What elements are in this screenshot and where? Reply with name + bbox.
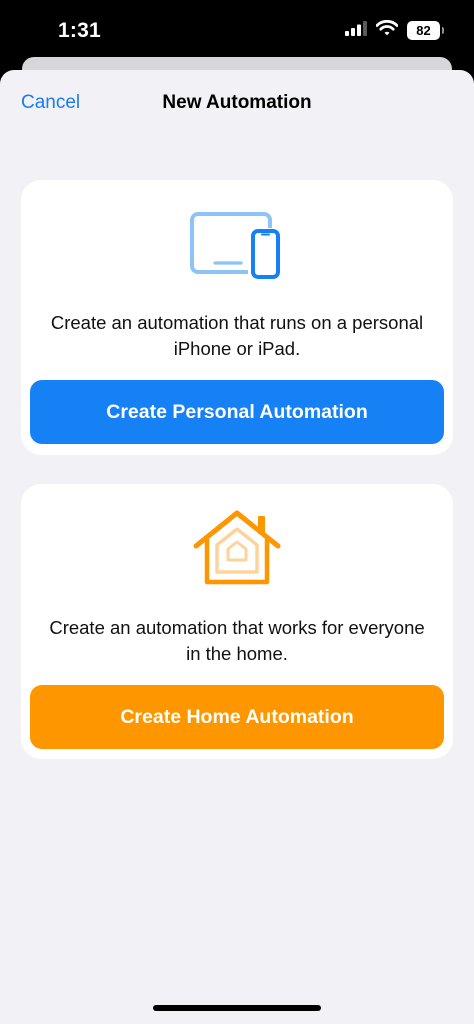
home-description: Create an automation that works for ever… [49, 617, 425, 664]
home-indicator [153, 1005, 321, 1011]
page-title: New Automation [162, 92, 312, 113]
status-bar: 1:31 82 [0, 0, 474, 62]
status-time: 1:31 [58, 19, 101, 42]
devices-icon [21, 210, 453, 282]
home-icon [21, 508, 453, 588]
personal-automation-card: Create an automation that runs on a pers… [21, 180, 453, 455]
personal-description: Create an automation that runs on a pers… [50, 312, 424, 359]
wifi-icon [375, 19, 399, 41]
create-home-automation-button[interactable]: Create Home Automation [30, 685, 444, 749]
home-automation-card: Create an automation that works for ever… [21, 484, 453, 759]
new-automation-sheet: Cancel New Automation Create an automati… [0, 70, 474, 1024]
status-icons: 82 [345, 19, 444, 41]
nav-bar: Cancel New Automation [0, 70, 474, 138]
battery-icon: 82 [407, 21, 444, 40]
cellular-signal-icon [345, 20, 367, 41]
battery-level: 82 [416, 23, 431, 38]
create-personal-automation-button[interactable]: Create Personal Automation [30, 380, 444, 444]
